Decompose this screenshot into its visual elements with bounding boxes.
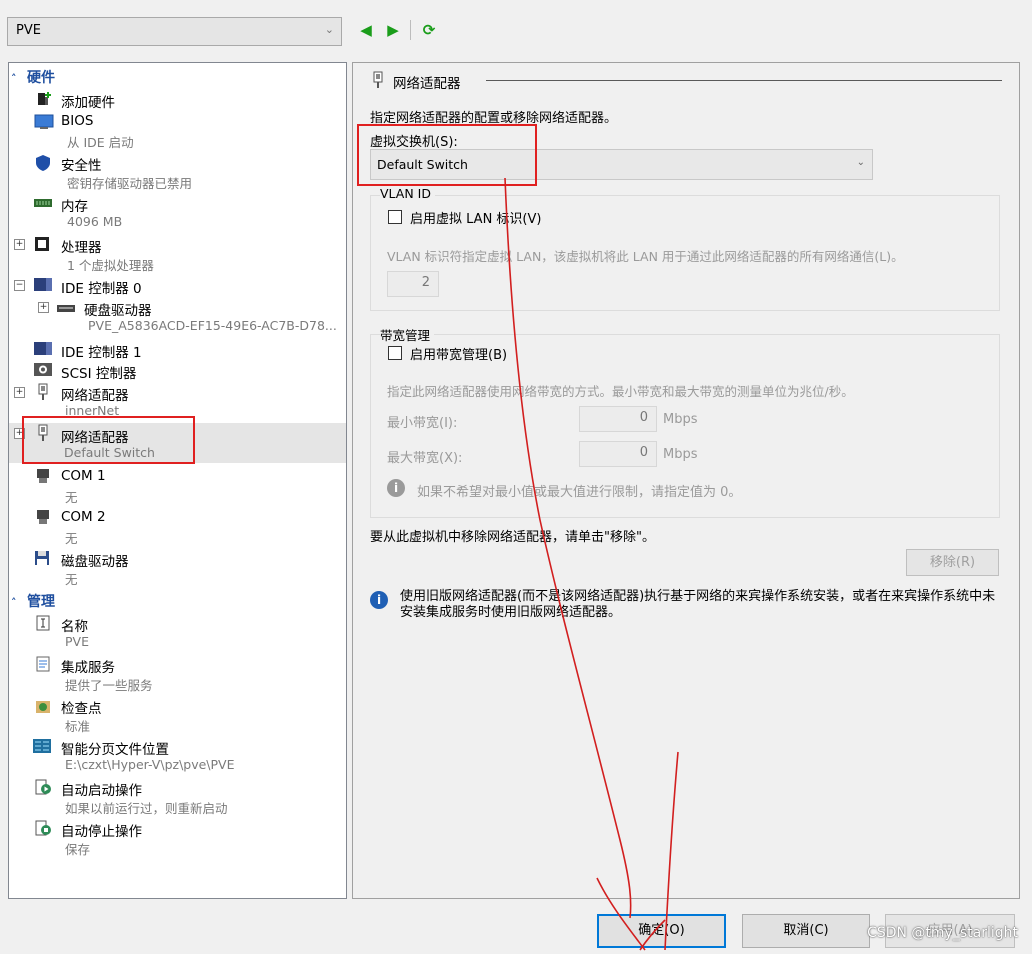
- watermark: CSDN @tmy_starlight: [867, 925, 1018, 941]
- annotation-strokes: [504, 177, 679, 951]
